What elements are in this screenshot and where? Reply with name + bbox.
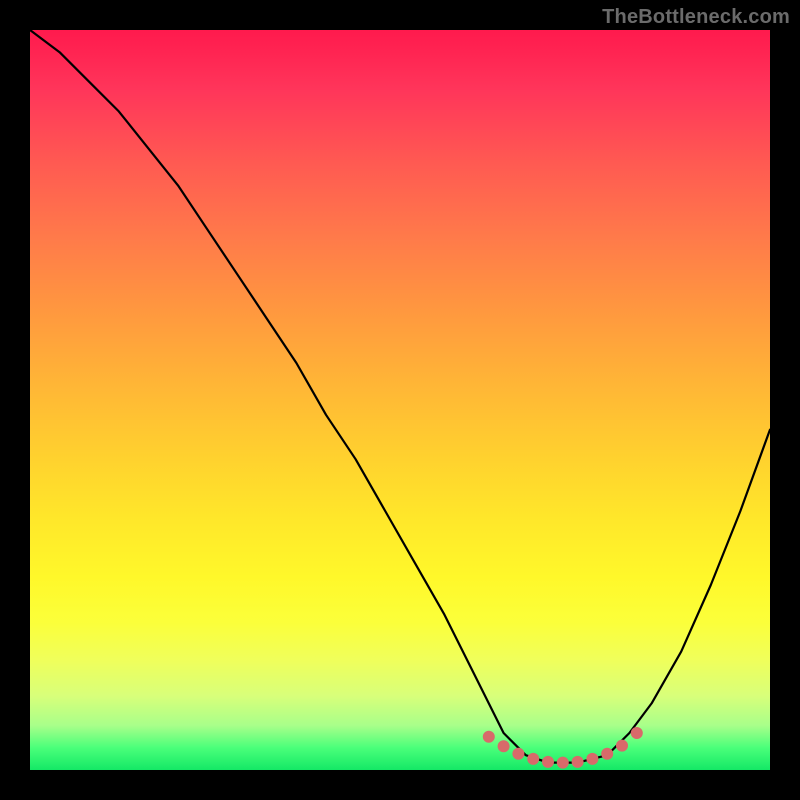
chart-frame: TheBottleneck.com — [0, 0, 800, 800]
optimal-range-dot — [483, 731, 495, 743]
optimal-range-dot — [498, 740, 510, 752]
optimal-range-dot — [572, 756, 584, 768]
bottleneck-curve — [30, 30, 770, 763]
optimal-range-dot — [557, 757, 569, 769]
optimal-range-dot — [631, 727, 643, 739]
optimal-range-dot — [527, 753, 539, 765]
optimal-range-dot — [586, 753, 598, 765]
optimal-range-dot — [542, 756, 554, 768]
optimal-range-dot — [616, 740, 628, 752]
optimal-range-dot — [601, 748, 613, 760]
optimal-range-marker — [483, 727, 643, 769]
optimal-range-dot — [512, 748, 524, 760]
watermark-text: TheBottleneck.com — [602, 6, 790, 29]
chart-svg — [30, 30, 770, 770]
